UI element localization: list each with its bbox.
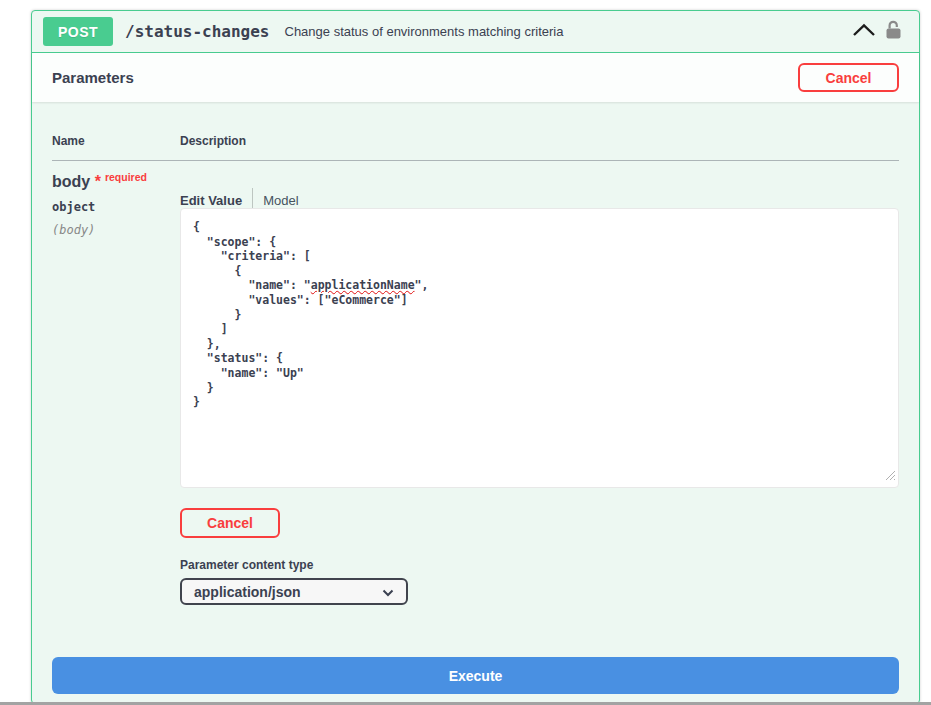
collapse-chevron-icon[interactable] xyxy=(852,23,876,41)
resize-handle-icon[interactable] xyxy=(885,470,896,485)
cancel-parameters-button[interactable]: Cancel xyxy=(798,63,899,92)
parameter-location: (body) xyxy=(52,223,180,237)
operation-description: Change status of environments matching c… xyxy=(285,24,853,39)
operation-summary[interactable]: POST /status-changes Change status of en… xyxy=(32,11,919,53)
tab-edit-value[interactable]: Edit Value xyxy=(180,193,242,208)
name-column-header: Name xyxy=(52,122,180,161)
request-body-editor[interactable]: { "scope": { "criteria": [ { "name": "ap… xyxy=(180,208,899,488)
method-badge: POST xyxy=(43,17,113,46)
unlocked-padlock-icon[interactable] xyxy=(886,20,901,43)
description-column-header: Description xyxy=(180,122,899,161)
required-asterisk: * xyxy=(95,173,101,190)
parameters-section-header: Parameters Cancel xyxy=(32,53,919,102)
execute-button[interactable]: Execute xyxy=(52,657,899,694)
parameter-content-type: Parameter content type application/json xyxy=(180,558,899,605)
editor-tabs: Edit Value Model xyxy=(180,188,899,208)
content-type-select[interactable]: application/json xyxy=(180,578,408,605)
body-parameter-name-cell: body *required object (body) xyxy=(52,161,180,616)
operation-panel: POST /status-changes Change status of en… xyxy=(31,10,920,704)
parameters-table-container: Name Description body *required object (… xyxy=(32,102,919,635)
cancel-edit-button[interactable]: Cancel xyxy=(180,508,280,538)
request-body-text: { "scope": { "criteria": [ { "name": "ap… xyxy=(193,220,428,409)
body-parameter-description-cell: Edit Value Model { "scope": { "criteria"… xyxy=(180,161,899,616)
parameter-type: object xyxy=(52,200,180,214)
parameter-name: body *required xyxy=(52,173,180,191)
content-type-selected: application/json xyxy=(194,584,301,600)
content-type-label: Parameter content type xyxy=(180,558,899,572)
required-label: required xyxy=(101,171,147,183)
tab-separator xyxy=(252,188,253,208)
parameters-title: Parameters xyxy=(52,69,134,86)
parameters-table: Name Description body *required object (… xyxy=(52,122,899,615)
select-chevron-icon xyxy=(382,584,394,600)
operation-path: /status-changes xyxy=(125,22,270,41)
execute-wrapper: Execute xyxy=(32,635,919,705)
body-parameter-row: body *required object (body) Edit Value … xyxy=(52,161,899,616)
tab-model[interactable]: Model xyxy=(263,193,298,208)
